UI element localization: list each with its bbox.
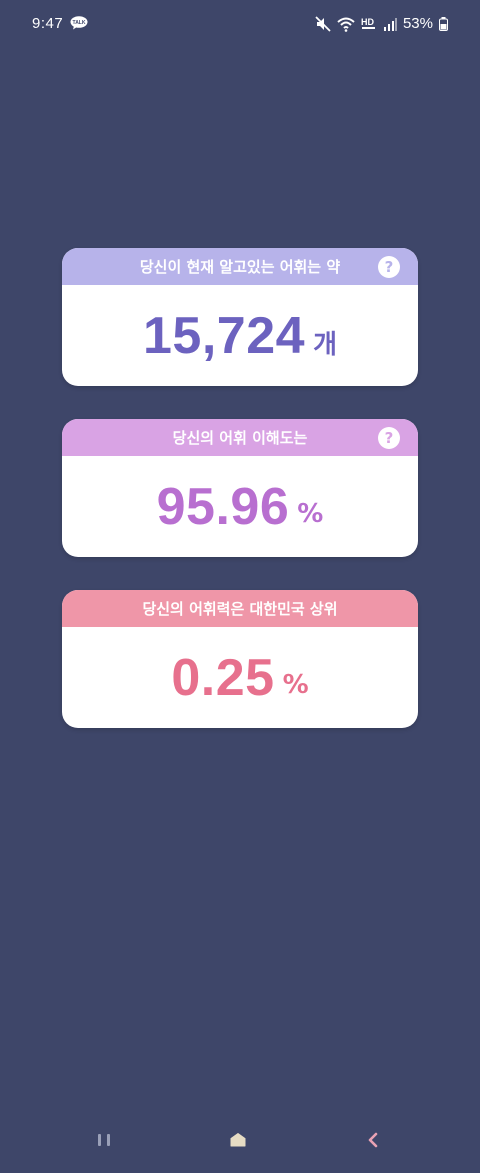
comprehension-unit: % xyxy=(297,498,324,529)
vocabulary-count-value: 15,724 xyxy=(143,306,306,365)
comprehension-title: 당신의 어휘 이해도는 xyxy=(172,429,308,447)
vocabulary-count-card: 당신이 현재 알고있는 어휘는 약 ? 15,724 개 xyxy=(62,248,418,386)
comprehension-header: 당신의 어휘 이해도는 ? xyxy=(62,419,418,456)
national-rank-value: 0.25 xyxy=(171,648,275,707)
national-rank-unit: % xyxy=(282,669,309,700)
navigation-bar xyxy=(0,1103,480,1173)
home-icon xyxy=(230,1133,246,1147)
back-button[interactable] xyxy=(353,1125,393,1155)
recents-button[interactable] xyxy=(84,1125,124,1155)
wifi-icon xyxy=(337,17,355,32)
comprehension-card: 당신의 어휘 이해도는 ? 95.96 % xyxy=(62,419,418,557)
kakaotalk-icon: TALK xyxy=(70,16,88,30)
national-rank-title: 당신의 어휘력은 대한민국 상위 xyxy=(142,600,338,618)
vocabulary-count-body: 15,724 개 xyxy=(62,285,418,386)
status-bar: 9:47 TALK HD 53% xyxy=(0,0,480,50)
mute-icon xyxy=(315,15,331,32)
recents-icon xyxy=(98,1134,110,1146)
status-icons: HD 53% xyxy=(315,15,448,32)
battery-icon xyxy=(439,16,448,31)
vocabulary-count-unit: 개 xyxy=(313,330,337,360)
comprehension-body: 95.96 % xyxy=(62,456,418,557)
signal-icon xyxy=(383,17,397,31)
status-time: 9:47 xyxy=(32,15,64,32)
home-button[interactable] xyxy=(218,1125,258,1155)
national-rank-card: 당신의 어휘력은 대한민국 상위 0.25 % xyxy=(62,590,418,728)
help-icon[interactable]: ? xyxy=(378,427,400,449)
national-rank-header: 당신의 어휘력은 대한민국 상위 xyxy=(62,590,418,627)
svg-text:TALK: TALK xyxy=(73,20,86,26)
comprehension-value: 95.96 xyxy=(156,477,290,536)
vocabulary-count-title: 당신이 현재 알고있는 어휘는 약 xyxy=(139,258,341,276)
vocabulary-count-header: 당신이 현재 알고있는 어휘는 약 ? xyxy=(62,248,418,285)
battery-percentage: 53% xyxy=(402,15,433,32)
svg-text:HD: HD xyxy=(361,17,374,27)
national-rank-body: 0.25 % xyxy=(62,627,418,728)
help-icon[interactable]: ? xyxy=(378,256,400,278)
back-icon xyxy=(368,1132,378,1148)
hd-icon: HD xyxy=(361,17,375,29)
